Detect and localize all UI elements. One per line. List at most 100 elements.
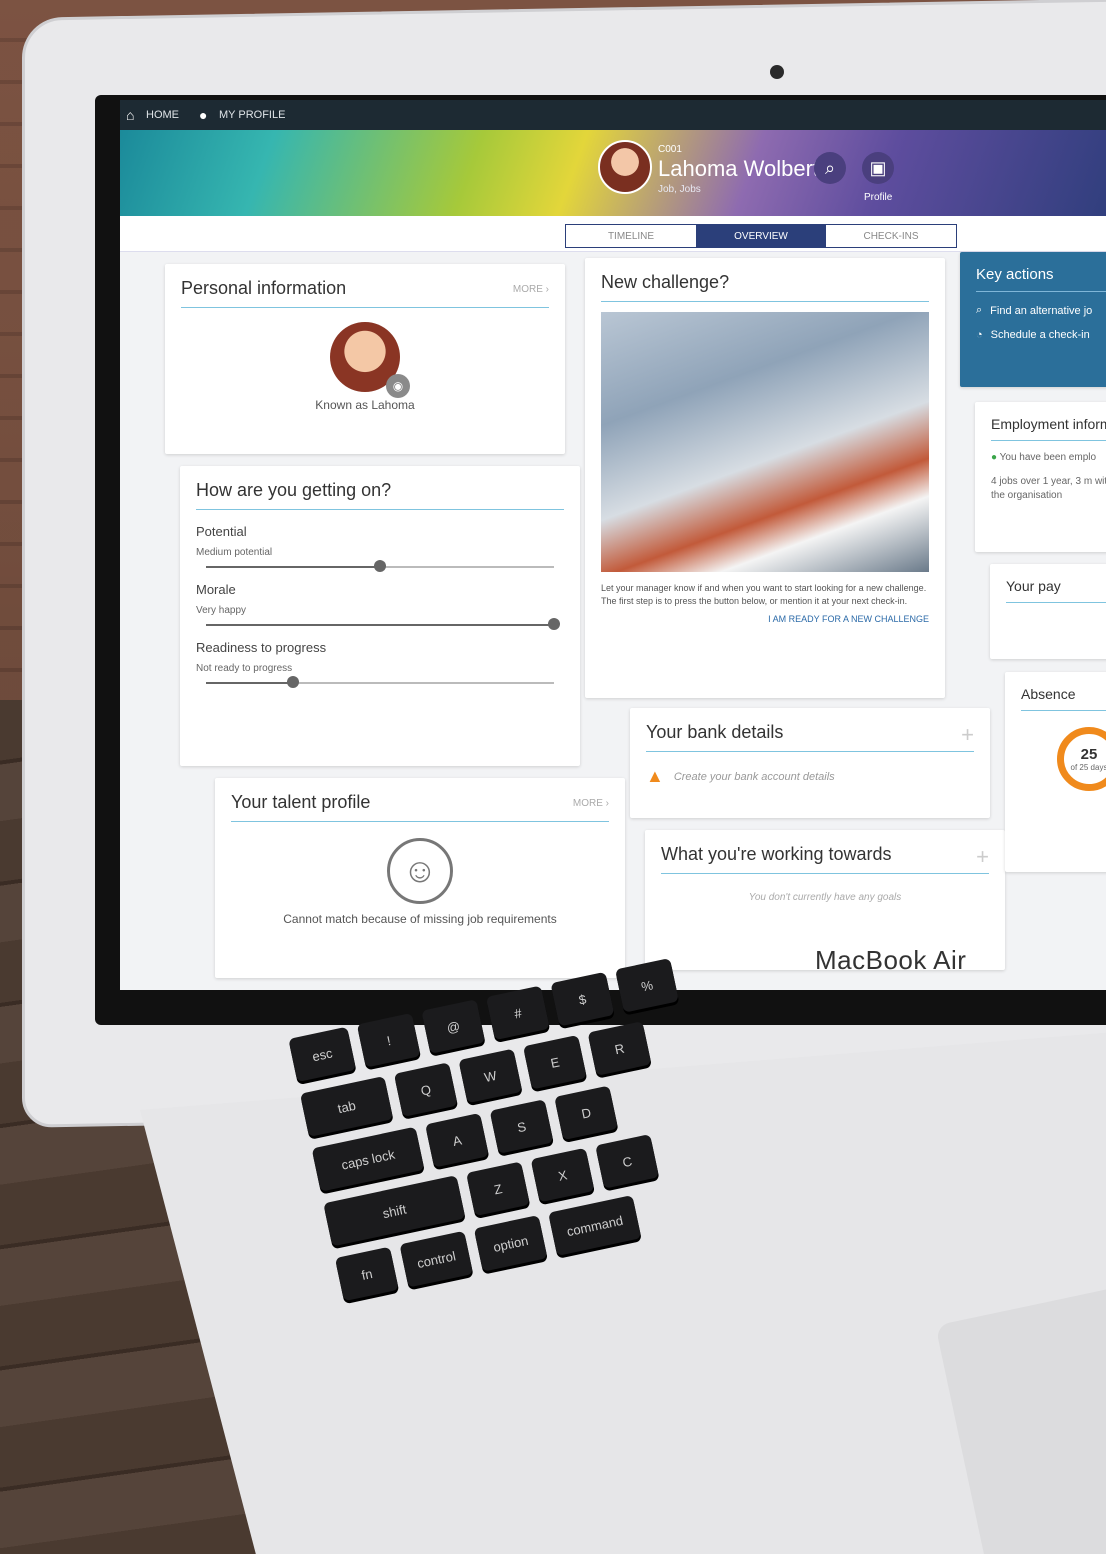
personal-info-more-link[interactable]: MORE › (513, 284, 549, 295)
nav-home[interactable]: ⌂ HOME (126, 108, 179, 122)
absence-donut[interactable]: 25 of 25 days (1057, 727, 1106, 791)
warning-icon: ▲ (646, 766, 664, 786)
talent-more-link[interactable]: MORE › (573, 798, 609, 809)
chat-icon: ◔ (976, 329, 983, 341)
search-button[interactable]: ⌕ (814, 152, 846, 184)
absence-count: 25 (1080, 746, 1098, 763)
status-dot-icon: ● (991, 452, 998, 463)
key-esc[interactable]: esc (288, 1026, 357, 1083)
bank-warning-text: Create your bank account details (673, 770, 835, 783)
tabs: TIMELINE OVERVIEW CHECK-INS (565, 224, 957, 248)
add-bank-button[interactable]: + (961, 722, 974, 748)
avatar: ◉ (330, 322, 410, 398)
card-title: Absence (1021, 686, 1106, 711)
card-title: Personal information (181, 278, 549, 308)
key-2[interactable]: @ (421, 999, 486, 1054)
card-title: Your talent profile (231, 792, 609, 822)
key-c[interactable]: C (595, 1134, 660, 1189)
slider-value-label: Very happy (196, 605, 247, 616)
employment-card: Employment inform ● You have been emplo … (975, 402, 1106, 552)
nav-my-profile[interactable]: ● MY PROFILE (199, 108, 285, 122)
key-tab[interactable]: tab (299, 1076, 394, 1137)
key-q[interactable]: Q (393, 1062, 458, 1117)
key-x[interactable]: X (530, 1147, 595, 1203)
tab-bar: TIMELINE OVERVIEW CHECK-INS (120, 216, 1106, 252)
bank-warning[interactable]: ▲ Create your bank account details (646, 766, 974, 787)
slider-label: Morale (196, 582, 236, 597)
challenge-body: Let your manager know if and when you wa… (601, 583, 927, 606)
bank-details-card: Your bank details + ▲ Create your bank a… (630, 708, 990, 818)
key-z[interactable]: Z (466, 1161, 530, 1217)
key-r[interactable]: R (587, 1021, 652, 1076)
slider-knob[interactable] (374, 560, 386, 572)
absence-of-label: of 25 days (1070, 763, 1106, 772)
key-action-check-in[interactable]: ◔ Schedule a check-in (976, 329, 1106, 341)
profile-button[interactable]: ▣ (862, 152, 894, 184)
person-icon: ● (199, 107, 208, 123)
slider-readiness[interactable]: Readiness to progress Not ready to progr… (196, 640, 564, 688)
ready-for-challenge-link[interactable]: I AM READY FOR A NEW CHALLENGE (601, 614, 929, 624)
pay-text: Th (1006, 613, 1106, 627)
tab-overview[interactable]: OVERVIEW (696, 225, 826, 247)
tab-timeline[interactable]: TIMELINE (566, 225, 696, 247)
known-as-label: Known as Lahoma (315, 398, 415, 412)
slider-morale[interactable]: Morale Very happy (196, 582, 564, 630)
card-title: Employment inform (991, 416, 1106, 441)
slider-track[interactable] (206, 560, 554, 572)
employee-name: Lahoma Wolbert (658, 156, 820, 181)
getting-on-card: How are you getting on? Potential Medium… (180, 466, 580, 766)
search-icon: ⌕ (824, 157, 836, 178)
id-card-icon: ▣ (869, 157, 887, 178)
key-fn[interactable]: fn (334, 1246, 399, 1302)
talent-message: Cannot match because of missing job requ… (283, 912, 557, 926)
key-w[interactable]: W (458, 1048, 523, 1104)
card-title: Key actions (976, 266, 1106, 292)
smiley-icon: ☺ (387, 838, 453, 904)
camera-icon[interactable]: ◉ (386, 374, 410, 398)
home-icon: ⌂ (126, 107, 135, 123)
slider-knob[interactable] (287, 676, 299, 688)
card-title: New challenge? (601, 272, 929, 302)
employee-code: C001 (658, 144, 682, 155)
employment-detail: 4 jobs over 1 year, 3 m within the organ… (991, 476, 1106, 501)
slider-knob[interactable] (548, 618, 560, 630)
key-option[interactable]: option (473, 1214, 548, 1272)
key-5[interactable]: % (615, 958, 679, 1013)
key-4[interactable]: $ (550, 971, 615, 1027)
nav-home-label: HOME (146, 109, 179, 121)
personal-info-card: Personal information MORE › ◉ Known as L… (165, 264, 565, 454)
card-title: How are you getting on? (196, 480, 564, 510)
slider-track[interactable] (206, 618, 560, 630)
challenge-photo (601, 312, 929, 572)
photo-scene: ⌂ HOME ● MY PROFILE C001 Lahoma Wolbert … (0, 0, 1106, 1554)
card-title: Your bank details (646, 722, 974, 752)
slider-track[interactable] (206, 676, 554, 688)
key-e[interactable]: E (522, 1034, 587, 1090)
employment-status: ● You have been emplo (991, 452, 1097, 463)
slider-potential[interactable]: Potential Medium potential (196, 524, 564, 572)
key-action-label: Find an alternative jo (990, 304, 1093, 317)
briefcase-search-icon: ⌕ (976, 304, 983, 316)
key-command[interactable]: command (548, 1195, 642, 1256)
key-s[interactable]: S (489, 1099, 554, 1154)
avatar[interactable] (598, 140, 652, 194)
nav-profile-label: MY PROFILE (219, 109, 286, 121)
key-d[interactable]: D (554, 1085, 619, 1141)
slider-value-label: Not ready to progress (196, 663, 293, 674)
slider-label: Readiness to progress (196, 640, 327, 655)
key-a[interactable]: A (425, 1112, 489, 1168)
tab-check-ins[interactable]: CHECK-INS (826, 225, 956, 247)
pay-card: Your pay Th (990, 564, 1106, 659)
new-challenge-card: New challenge? Let your manager know if … (585, 258, 945, 698)
key-control[interactable]: control (399, 1230, 474, 1288)
slider-value-label: Medium potential (196, 547, 273, 558)
key-caps-lock[interactable]: caps lock (311, 1126, 425, 1192)
key-1[interactable]: ! (356, 1012, 421, 1068)
key-3[interactable]: # (485, 985, 550, 1041)
key-action-find-job[interactable]: ⌕ Find an alternative jo (976, 304, 1106, 317)
profile-button-label: Profile (864, 192, 893, 203)
key-action-label: Schedule a check-in (990, 329, 1090, 341)
slider-label: Potential (196, 524, 247, 539)
top-nav: ⌂ HOME ● MY PROFILE (120, 100, 1106, 130)
profile-header: C001 Lahoma Wolbert Job, Jobs ⌕ ▣ Profil… (120, 130, 1106, 216)
